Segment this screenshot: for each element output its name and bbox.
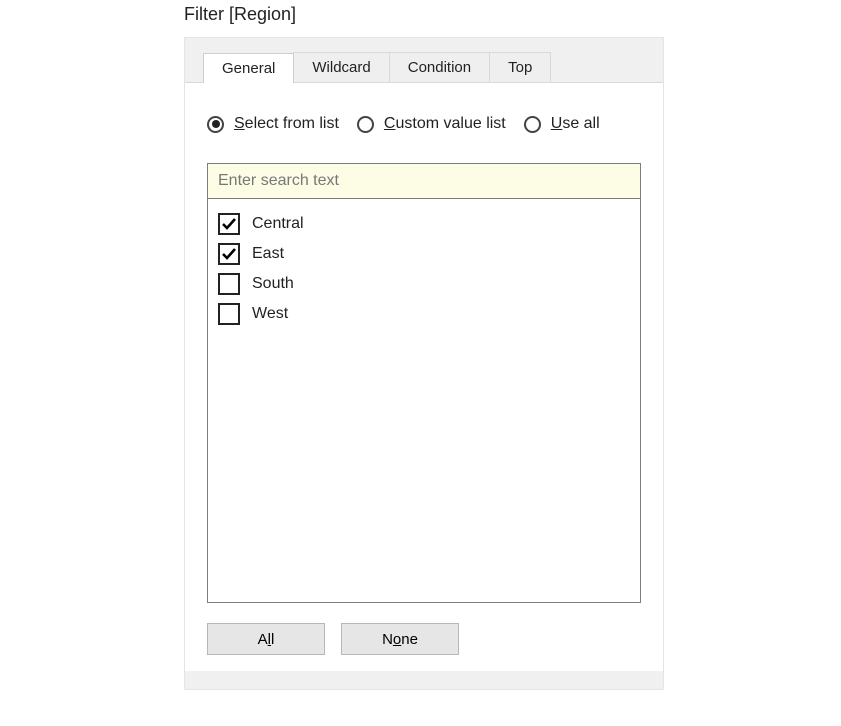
dialog-title: Filter [Region] <box>184 4 841 25</box>
button-row: All None <box>207 623 641 655</box>
tab-top[interactable]: Top <box>489 52 551 82</box>
list-item-label: West <box>252 305 288 323</box>
radio-select-from-list[interactable] <box>207 116 224 133</box>
search-input[interactable] <box>208 164 640 199</box>
list-item[interactable]: South <box>218 269 630 299</box>
radio-row: Select from list Custom value list Use a… <box>207 115 641 133</box>
tab-general-body: Select from list Custom value list Use a… <box>185 82 663 671</box>
tab-wildcard[interactable]: Wildcard <box>293 52 389 82</box>
list-item-label: South <box>252 275 294 293</box>
tab-condition[interactable]: Condition <box>389 52 490 82</box>
checkbox[interactable] <box>218 303 240 325</box>
value-listbox: Central East South West <box>207 163 641 603</box>
radio-label-select-from-list[interactable]: Select from list <box>234 115 339 133</box>
list-item[interactable]: West <box>218 299 630 329</box>
list-item-label: Central <box>252 215 304 233</box>
list-item-label: East <box>252 245 284 263</box>
radio-use-all[interactable] <box>524 116 541 133</box>
radio-label-use-all[interactable]: Use all <box>551 115 600 133</box>
list-item[interactable]: Central <box>218 209 630 239</box>
tab-bar: GeneralWildcardConditionTop <box>203 52 663 82</box>
checkbox[interactable] <box>218 243 240 265</box>
radio-label-custom-value-list[interactable]: Custom value list <box>384 115 506 133</box>
tab-general[interactable]: General <box>203 53 294 83</box>
items-container: Central East South West <box>208 199 640 339</box>
all-button[interactable]: All <box>207 623 325 655</box>
filter-panel: GeneralWildcardConditionTop Select from … <box>184 37 664 690</box>
none-button[interactable]: None <box>341 623 459 655</box>
checkbox[interactable] <box>218 213 240 235</box>
radio-custom-value-list[interactable] <box>357 116 374 133</box>
list-item[interactable]: East <box>218 239 630 269</box>
checkbox[interactable] <box>218 273 240 295</box>
